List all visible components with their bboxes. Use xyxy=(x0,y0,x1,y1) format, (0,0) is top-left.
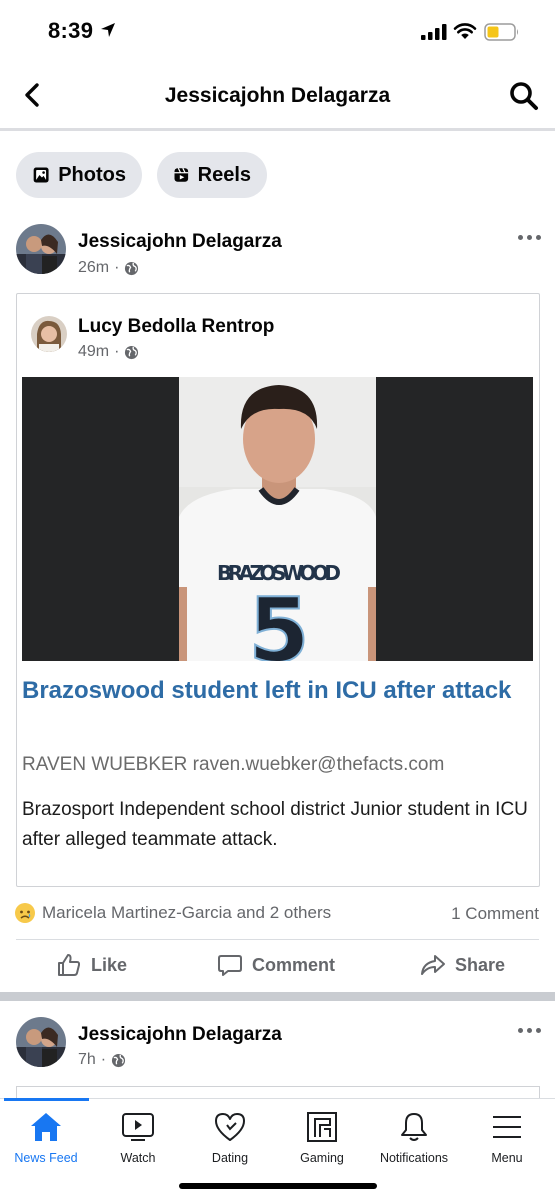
reels-chip[interactable]: Reels xyxy=(157,152,267,198)
tab-label: Notifications xyxy=(379,1151,449,1165)
article-byline: RAVEN WUEBKER raven.wuebker@thefacts.com xyxy=(22,754,445,775)
cellular-signal-icon xyxy=(421,24,447,40)
home-icon xyxy=(31,1113,61,1141)
photos-icon xyxy=(33,167,49,183)
post-separator xyxy=(0,992,555,1001)
shared-post-meta: 49m · xyxy=(78,343,139,361)
share-label: Share xyxy=(455,954,506,975)
photos-chip-label: Photos xyxy=(58,163,126,186)
tab-dating[interactable]: Dating xyxy=(184,1111,276,1165)
shared-post-time: 49m xyxy=(78,343,110,360)
globe-icon xyxy=(125,345,139,359)
post-more-button[interactable] xyxy=(514,230,544,244)
more-dot xyxy=(526,234,532,240)
tab-label: Watch xyxy=(120,1151,156,1165)
more-dot xyxy=(517,234,523,240)
shared-author-name[interactable]: Lucy Bedolla Rentrop xyxy=(78,316,274,338)
bell-icon xyxy=(401,1113,427,1141)
post-time: 26m xyxy=(78,259,110,276)
post2-author-name[interactable]: Jessicajohn Delagarza xyxy=(78,1024,282,1046)
reactions-text: Maricela Martinez-Garcia and 2 others xyxy=(42,903,332,922)
page-header: Jessicajohn Delagarza xyxy=(0,62,555,128)
comment-count[interactable]: 1 Comment xyxy=(451,904,539,924)
tab-menu[interactable]: Menu xyxy=(461,1111,553,1165)
tab-label: Gaming xyxy=(300,1151,344,1165)
heart-icon xyxy=(215,1113,245,1141)
status-time: 8:39 xyxy=(48,18,94,43)
post2-time: 7h xyxy=(78,1051,96,1068)
globe-icon xyxy=(125,261,139,275)
like-button[interactable]: Like xyxy=(56,952,127,978)
reactions-summary[interactable]: Maricela Martinez-Garcia and 2 others xyxy=(14,902,331,924)
thumbs-up-icon xyxy=(58,954,81,976)
tab-news-feed[interactable]: News Feed xyxy=(0,1111,92,1165)
more-dot xyxy=(526,1027,532,1033)
meta-dot: · xyxy=(114,259,120,276)
tab-label: Menu xyxy=(491,1151,523,1165)
student-photo: BRAZOSWOOD 5 xyxy=(179,377,376,661)
sad-reaction-icon xyxy=(15,903,35,923)
post2-author-avatar[interactable] xyxy=(16,1017,66,1067)
page-title: Jessicajohn Delagarza xyxy=(164,84,391,107)
tab-watch[interactable]: Watch xyxy=(92,1111,184,1165)
post2-more-button[interactable] xyxy=(514,1023,544,1037)
post-meta: 26m · xyxy=(78,259,139,277)
video-icon xyxy=(122,1113,154,1141)
reels-chip-label: Reels xyxy=(197,163,251,186)
reels-icon xyxy=(174,167,189,182)
article-headline[interactable]: Brazoswood student left in ICU after att… xyxy=(22,676,522,706)
jersey-number: 5 xyxy=(248,579,309,661)
article-summary: Brazosport Independent school district J… xyxy=(22,799,528,850)
tab-notifications[interactable]: Notifications xyxy=(368,1111,460,1165)
more-dot xyxy=(517,1027,523,1033)
post-author-name[interactable]: Jessicajohn Delagarza xyxy=(78,231,282,253)
actions-divider xyxy=(16,939,539,940)
active-tab-indicator xyxy=(4,1098,89,1101)
tab-gaming[interactable]: Gaming xyxy=(276,1111,368,1165)
meta-dot: · xyxy=(114,343,120,360)
share-arrow-icon xyxy=(421,955,445,975)
share-button[interactable]: Share xyxy=(420,952,505,978)
wifi-icon xyxy=(453,23,477,39)
more-dot xyxy=(535,234,541,240)
post-author-avatar[interactable] xyxy=(16,224,66,274)
gaming-icon xyxy=(307,1112,337,1142)
location-arrow-icon xyxy=(101,23,115,37)
tab-label: Dating xyxy=(211,1151,249,1165)
photos-chip[interactable]: Photos xyxy=(16,152,142,198)
home-indicator[interactable] xyxy=(179,1183,377,1189)
comment-label: Comment xyxy=(252,954,336,975)
article-image[interactable]: BRAZOSWOOD 5 xyxy=(22,377,533,661)
meta-dot: · xyxy=(100,1051,107,1068)
status-bar: 8:39 xyxy=(0,0,555,62)
tab-label: News Feed xyxy=(14,1151,78,1165)
shared-author-avatar[interactable] xyxy=(31,316,67,352)
comment-icon xyxy=(218,955,242,976)
comment-button[interactable]: Comment xyxy=(217,952,335,978)
battery-icon xyxy=(484,23,518,41)
header-divider xyxy=(0,128,555,131)
search-button[interactable] xyxy=(508,80,540,112)
like-label: Like xyxy=(91,954,128,975)
globe-icon xyxy=(112,1053,126,1067)
more-dot xyxy=(535,1027,541,1033)
menu-icon xyxy=(493,1116,521,1138)
post2-meta: 7h · xyxy=(78,1051,126,1069)
